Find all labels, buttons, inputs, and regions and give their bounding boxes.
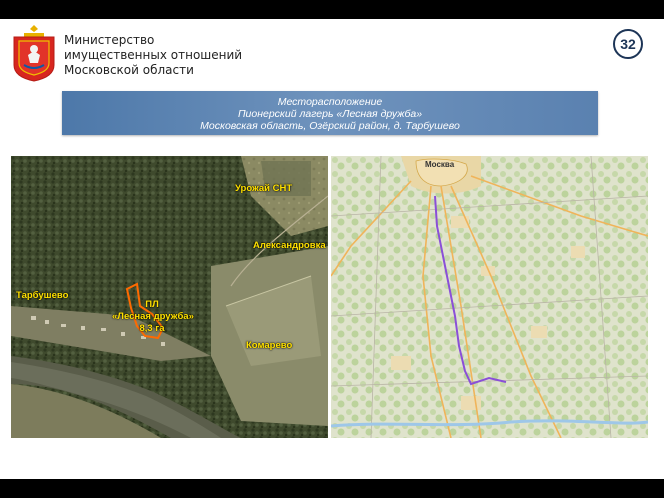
- label-urozhai: Урожай СНТ: [235, 183, 293, 194]
- label-camp-line-2: «Лесная дружба»: [112, 311, 194, 322]
- page-number: 32: [613, 29, 643, 59]
- banner-line-1: Месторасположение: [277, 96, 383, 108]
- banner-line-2: Пионерский лагерь «Лесная дружба»: [237, 108, 423, 120]
- satellite-map: Урожай СНТ Александровка Тарбушево ПЛ «Л…: [11, 156, 328, 438]
- label-camp: ПЛ «Лесная дружба» 8,3 га: [112, 299, 194, 335]
- label-camp-line-3: 8,3 га: [139, 323, 165, 334]
- road-map-image: [331, 156, 648, 438]
- ministry-line-3: Московской области: [64, 63, 194, 77]
- ministry-line-1: Министерство: [64, 33, 155, 47]
- ministry-line-2: имущественных отношений: [64, 48, 243, 62]
- label-camp-line-1: ПЛ: [145, 299, 159, 310]
- label-aleksandrovka: Александровка: [253, 240, 326, 251]
- title-banner: Месторасположение Пионерский лагерь «Лес…: [62, 91, 598, 135]
- label-tarbushevo: Тарбушево: [16, 290, 69, 301]
- label-komarevo: Комарево: [246, 340, 293, 351]
- label-moscow: Москва: [425, 160, 455, 169]
- road-map: Москва: [331, 156, 648, 438]
- banner-line-3: Московская область, Озёрский район, д. Т…: [200, 120, 460, 132]
- slide: Министерство имущественных отношений Мос…: [0, 19, 664, 479]
- coat-of-arms-icon: [10, 23, 58, 83]
- ministry-name: Министерство имущественных отношений Мос…: [64, 33, 242, 78]
